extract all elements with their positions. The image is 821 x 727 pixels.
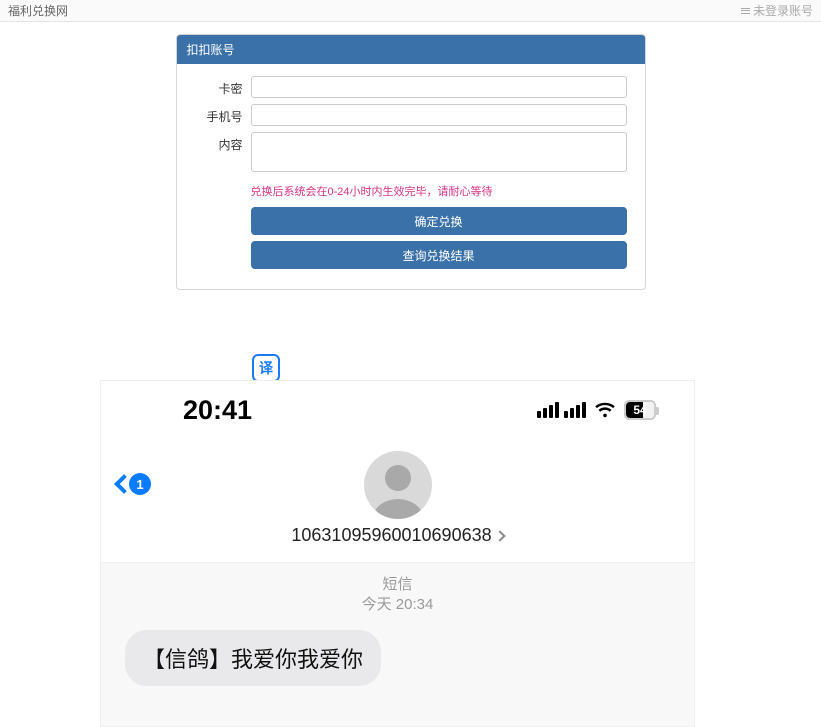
login-status-text: 未登录账号 <box>753 2 813 19</box>
thread-type: 短信 <box>101 575 694 595</box>
phone-screenshot: 20:41 54 1 10631095960010690638 短信 今天 20… <box>100 380 695 727</box>
redeem-form-panel: 扣扣账号 卡密 手机号 内容 兑换后系统会在0-24小时内生效完毕，请耐心等待 … <box>176 34 646 290</box>
card-input[interactable] <box>251 76 627 98</box>
status-right-icons: 54 <box>537 400 656 420</box>
wifi-icon <box>594 401 616 419</box>
signal-bars-icon-2 <box>564 402 586 418</box>
battery-percent: 54 <box>626 403 654 417</box>
translate-button[interactable]: 译 <box>252 354 280 382</box>
content-textarea[interactable] <box>251 132 627 172</box>
confirm-redeem-button[interactable]: 确定兑换 <box>251 207 627 235</box>
menu-icon <box>741 8 750 14</box>
panel-header: 扣扣账号 <box>177 35 645 64</box>
site-title: 福利兑换网 <box>8 2 68 19</box>
thread-meta: 短信 今天 20:34 <box>101 575 694 616</box>
login-status-area[interactable]: 未登录账号 <box>741 2 813 19</box>
panel-body: 卡密 手机号 内容 兑换后系统会在0-24小时内生效完毕，请耐心等待 确定兑换 … <box>177 64 645 289</box>
message-area: 短信 今天 20:34 【信鸽】我爱你我爱你 <box>101 563 694 726</box>
avatar-icon[interactable] <box>364 451 432 519</box>
form-panel-wrapper: 扣扣账号 卡密 手机号 内容 兑换后系统会在0-24小时内生效完毕，请耐心等待 … <box>0 22 821 290</box>
back-button[interactable]: 1 <box>117 473 151 495</box>
chevron-right-icon <box>494 530 505 541</box>
row-card: 卡密 <box>195 76 627 98</box>
form-hint: 兑换后系统会在0-24小时内生效完毕，请耐心等待 <box>251 183 627 199</box>
query-result-button[interactable]: 查询兑换结果 <box>251 241 627 269</box>
row-phone: 手机号 <box>195 104 627 126</box>
browser-topbar: 福利兑换网 未登录账号 <box>0 0 821 22</box>
sender-number-text: 10631095960010690638 <box>291 525 491 546</box>
label-card: 卡密 <box>195 76 243 97</box>
signal-bars-icon <box>537 402 559 418</box>
phone-status-bar: 20:41 54 <box>101 381 694 439</box>
conversation-header: 1 10631095960010690638 <box>101 439 694 563</box>
battery-icon: 54 <box>624 400 656 420</box>
label-content: 内容 <box>195 132 243 153</box>
thread-time: 今天 20:34 <box>101 595 694 615</box>
message-bubble[interactable]: 【信鸽】我爱你我爱你 <box>125 630 381 686</box>
sender-name[interactable]: 10631095960010690638 <box>115 525 680 546</box>
label-phone: 手机号 <box>195 104 243 125</box>
status-clock: 20:41 <box>183 395 252 426</box>
row-content: 内容 <box>195 132 627 177</box>
phone-input[interactable] <box>251 104 627 126</box>
